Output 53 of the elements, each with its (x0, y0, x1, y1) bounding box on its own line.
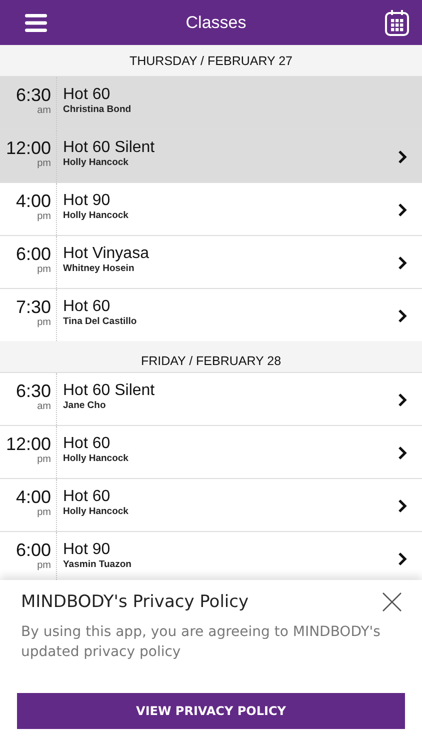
class-row[interactable]: 4:00 pm Hot 90 Holly Hancock (0, 182, 422, 235)
class-row[interactable]: 12:00 pm Hot 60 Holly Hancock (0, 425, 422, 478)
class-name: Hot 60 (63, 86, 112, 104)
class-time: 6:30 (16, 382, 51, 401)
day-header: THURSDAY / FEBRUARY 27 (0, 45, 422, 76)
time-period: pm (37, 158, 51, 169)
instructor-name: Holly Hancock (63, 210, 130, 222)
class-name: Hot 60 Silent (63, 139, 156, 157)
time-period: am (37, 105, 51, 116)
instructor-name: Christina Bond (63, 104, 132, 116)
class-row[interactable]: 6:30 am Hot 60 Silent Jane Cho (0, 372, 422, 425)
class-time: 6:30 (16, 86, 51, 105)
day-header: FRIDAY / FEBRUARY 28 (0, 341, 422, 372)
sheet-title: MINDBODY's Privacy Policy (21, 592, 249, 612)
instructor-name: Holly Hancock (63, 157, 130, 169)
time-period: pm (37, 317, 51, 328)
time-period: am (37, 401, 51, 412)
class-row[interactable]: 12:00 pm Hot 60 Silent Holly Hancock (0, 129, 422, 182)
class-name: Hot 90 (63, 192, 112, 210)
view-policy-button[interactable]: VIEW PRIVACY POLICY (17, 693, 405, 729)
class-name: Hot 60 (63, 298, 112, 316)
instructor-name: Jane Cho (63, 400, 107, 412)
close-icon[interactable] (382, 592, 402, 612)
instructor-name: Tina Del Castillo (63, 316, 138, 328)
instructor-name: Whitney Hosein (63, 263, 136, 275)
class-time: 4:00 (16, 488, 51, 507)
class-name: Hot 60 Silent (63, 382, 156, 400)
instructor-name: Yasmin Tuazon (63, 559, 132, 571)
class-name: Hot 60 (63, 435, 112, 453)
class-row[interactable]: 7:30 pm Hot 60 Tina Del Castillo (0, 288, 422, 341)
class-row[interactable]: 6:30 am Hot 60 Christina Bond (0, 76, 422, 129)
class-row[interactable]: 4:00 pm Hot 60 Holly Hancock (0, 478, 422, 531)
class-name: Hot 90 (63, 541, 112, 559)
calendar-icon[interactable] (385, 10, 409, 36)
time-period: pm (37, 264, 51, 275)
sheet-message: By using this app, you are agreeing to MINDBODY's updated privacy policy (21, 623, 382, 662)
class-time: 7:30 (16, 298, 51, 317)
class-row[interactable]: 6:00 pm Hot Vinyasa Whitney Hosein (0, 235, 422, 288)
class-time: 6:00 (16, 541, 51, 560)
class-time: 6:00 (16, 245, 51, 264)
class-time: 12:00 (6, 435, 51, 454)
class-name: Hot Vinyasa (63, 245, 150, 263)
instructor-name: Holly Hancock (63, 506, 130, 518)
instructor-name: Holly Hancock (63, 453, 130, 465)
class-time: 4:00 (16, 192, 51, 211)
time-period: pm (37, 560, 51, 571)
time-period: pm (37, 454, 51, 465)
class-name: Hot 60 (63, 488, 112, 506)
time-period: pm (37, 507, 51, 518)
class-time: 12:00 (6, 139, 51, 158)
time-period: pm (37, 211, 51, 222)
menu-icon[interactable] (25, 14, 47, 32)
screen-title: Classes (186, 12, 246, 32)
